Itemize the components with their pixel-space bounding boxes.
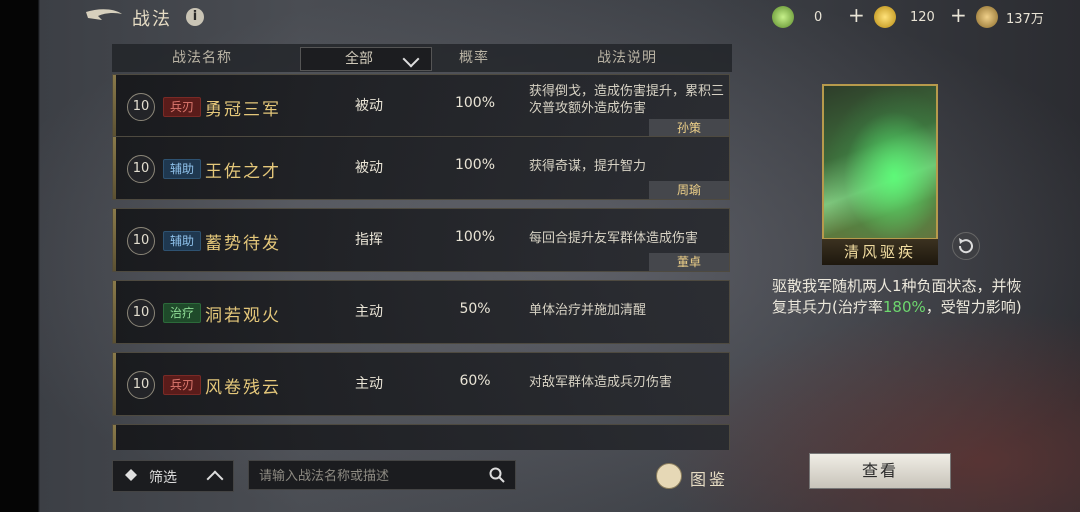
category-filter-value: 全部 <box>345 51 373 67</box>
tactic-type: 主动 <box>355 376 383 392</box>
view-button[interactable]: 查看 <box>809 453 951 489</box>
tactic-rate: 100% <box>454 229 496 245</box>
search-icon[interactable] <box>489 467 505 483</box>
add-gold-button[interactable]: + <box>950 4 967 26</box>
level-badge: 10 <box>127 227 155 255</box>
tactic-desc: 获得倒戈，造成伤害提升，累积三次普攻额外造成伤害 <box>529 84 725 116</box>
add-jade-button[interactable]: + <box>848 4 865 26</box>
table-header: 战法名称 全部 概率 战法说明 <box>112 44 732 72</box>
hero-label: 孙策 <box>649 119 729 137</box>
resource-copper: 137万 <box>976 6 1044 28</box>
tactics-list[interactable]: 10 兵刃 勇冠三军 被动 100% 获得倒戈，造成伤害提升，累积三次普攻额外造… <box>112 72 732 450</box>
tactic-tag: 辅助 <box>163 231 201 251</box>
level-badge: 10 <box>127 93 155 121</box>
category-filter-dropdown[interactable]: 全部 <box>300 47 432 71</box>
tactic-row[interactable]: 10 兵刃 勇冠三军 被动 100% 获得倒戈，造成伤害提升，累积三次普攻额外造… <box>112 74 730 138</box>
tactic-tag: 辅助 <box>163 159 201 179</box>
gold-coin-icon <box>874 6 896 28</box>
tactic-type: 被动 <box>355 98 383 114</box>
filter-button[interactable]: 筛选 <box>112 460 234 492</box>
filter-icon <box>125 469 137 481</box>
chevron-down-icon <box>402 50 420 68</box>
tactic-tag: 兵刃 <box>163 375 201 395</box>
tactic-effect-text: 驱散我军随机两人1种负面状态，并恢复其兵力(治疗率180%，受智力影响) <box>772 277 1022 316</box>
tactic-desc: 获得奇谋，提升智力 <box>529 159 647 174</box>
hero-label: 周瑜 <box>649 181 729 199</box>
codex-button-label[interactable]: 图鉴 <box>690 466 728 490</box>
chevron-up-icon <box>206 470 224 488</box>
filter-label: 筛选 <box>149 470 177 486</box>
tactic-row[interactable]: 10 治疗 洞若观火 主动 50% 单体治疗并施加清醒 <box>112 280 730 344</box>
level-badge: 10 <box>127 299 155 327</box>
resource-jade: 0 <box>772 6 822 28</box>
col-rate-header: 概率 <box>459 50 489 66</box>
tactic-row-partial[interactable] <box>112 424 730 450</box>
copper-coin-icon <box>976 6 998 28</box>
tactic-row[interactable]: 10 兵刃 风卷残云 主动 60% 对敌军群体造成兵刃伤害 <box>112 352 730 416</box>
col-name-header: 战法名称 <box>172 50 232 66</box>
col-desc-header: 战法说明 <box>597 50 657 66</box>
tactic-name: 蓄势待发 <box>205 234 281 254</box>
tactic-rate: 50% <box>459 301 491 317</box>
tactic-tag: 兵刃 <box>163 97 201 117</box>
tactic-row[interactable]: 10 辅助 蓄势待发 指挥 100% 每回合提升友军群体造成伤害 董卓 <box>112 208 730 272</box>
level-badge: 10 <box>127 155 155 183</box>
tactic-rate: 60% <box>459 373 491 389</box>
tactic-type: 主动 <box>355 304 383 320</box>
tactic-name: 风卷残云 <box>205 378 281 398</box>
tactic-rate: 100% <box>454 157 496 173</box>
heal-rate-value: 180% <box>882 298 926 316</box>
tactic-rate: 100% <box>454 95 496 111</box>
tactic-tag: 治疗 <box>163 303 201 323</box>
tactic-type: 指挥 <box>355 232 383 248</box>
left-edge <box>0 0 38 512</box>
refresh-icon[interactable] <box>952 232 980 260</box>
tactic-type: 被动 <box>355 160 383 176</box>
page-title: 战法 <box>132 9 172 30</box>
jade-coin-icon <box>772 6 794 28</box>
tactic-row[interactable]: 10 辅助 王佐之才 被动 100% 获得奇谋，提升智力 周瑜 <box>112 136 730 200</box>
tactic-name: 王佐之才 <box>205 162 281 182</box>
tactic-name: 洞若观火 <box>205 306 281 326</box>
tactic-name: 勇冠三军 <box>205 100 281 120</box>
resource-gold: 120 <box>874 6 935 28</box>
tactic-card-image <box>822 84 938 264</box>
tactic-desc: 单体治疗并施加清醒 <box>529 303 647 318</box>
hero-label: 董卓 <box>649 253 729 271</box>
back-icon[interactable] <box>84 6 124 28</box>
search-box[interactable] <box>248 460 516 490</box>
codex-icon[interactable] <box>656 463 682 489</box>
tactic-desc: 每回合提升友军群体造成伤害 <box>529 231 699 246</box>
card-title: 清风驱疾 <box>822 238 938 265</box>
tactic-desc: 对敌军群体造成兵刃伤害 <box>529 375 673 390</box>
level-badge: 10 <box>127 371 155 399</box>
info-icon[interactable]: i <box>186 8 204 26</box>
search-input[interactable] <box>257 465 481 487</box>
